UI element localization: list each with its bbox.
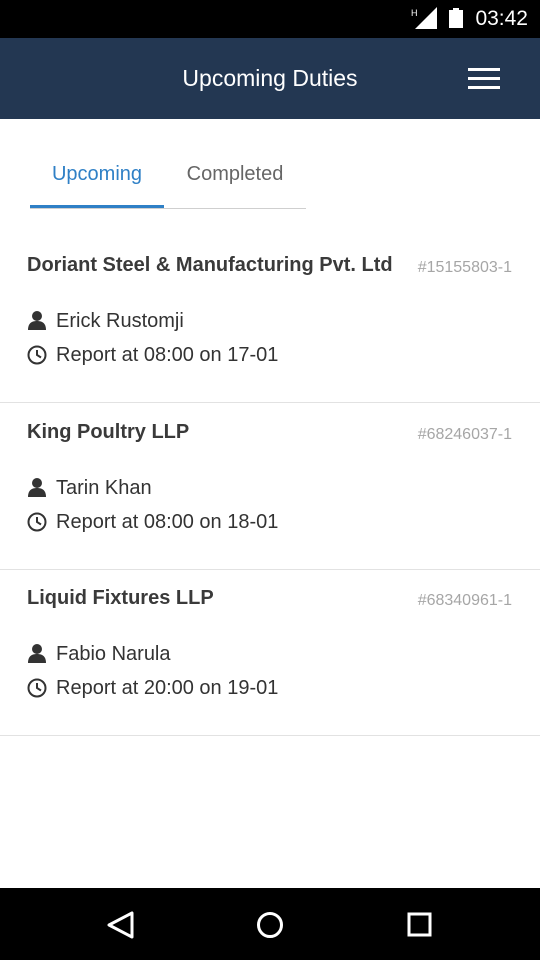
tab-upcoming[interactable]: Upcoming bbox=[30, 150, 164, 208]
person-icon bbox=[28, 644, 46, 663]
clock-icon bbox=[27, 345, 47, 365]
duty-id: #68340961-1 bbox=[417, 592, 512, 609]
duty-tabs: Upcoming Completed bbox=[30, 150, 306, 209]
duty-card[interactable]: Liquid Fixtures LLP #68340961-1 Fabio Na… bbox=[0, 569, 540, 736]
network-type-label: H bbox=[411, 8, 418, 18]
status-time: 03:42 bbox=[475, 7, 528, 30]
battery-icon bbox=[449, 8, 463, 28]
company-name: Liquid Fixtures LLP bbox=[27, 587, 214, 609]
app-header: Upcoming Duties bbox=[0, 38, 540, 119]
duty-id: #68246037-1 bbox=[417, 426, 512, 443]
assignee-name: Erick Rustomji bbox=[56, 310, 184, 332]
report-time: Report at 08:00 on 18-01 bbox=[56, 511, 279, 533]
assignee-name: Tarin Khan bbox=[56, 477, 152, 499]
page-title: Upcoming Duties bbox=[182, 65, 358, 91]
recents-square-icon[interactable] bbox=[406, 911, 434, 939]
person-icon bbox=[28, 311, 46, 330]
system-nav-bar bbox=[0, 888, 540, 960]
company-name: Doriant Steel & Manufacturing Pvt. Ltd bbox=[27, 254, 393, 276]
hamburger-menu-icon[interactable] bbox=[462, 64, 506, 94]
tab-completed[interactable]: Completed bbox=[170, 150, 300, 208]
company-name: King Poultry LLP bbox=[27, 421, 190, 443]
duty-card[interactable]: Doriant Steel & Manufacturing Pvt. Ltd #… bbox=[0, 236, 540, 403]
status-bar: H 03:42 bbox=[0, 0, 540, 38]
clock-icon bbox=[27, 678, 47, 698]
duty-id: #15155803-1 bbox=[417, 259, 512, 276]
clock-icon bbox=[27, 512, 47, 532]
person-icon bbox=[28, 478, 46, 497]
report-time: Report at 08:00 on 17-01 bbox=[56, 344, 279, 366]
assignee-name: Fabio Narula bbox=[56, 643, 171, 665]
cell-signal-icon: H bbox=[411, 7, 437, 29]
duty-card[interactable]: King Poultry LLP #68246037-1 Tarin Khan … bbox=[0, 403, 540, 570]
report-time: Report at 20:00 on 19-01 bbox=[56, 677, 279, 699]
back-triangle-icon[interactable] bbox=[104, 910, 136, 940]
home-circle-icon[interactable] bbox=[255, 910, 285, 940]
